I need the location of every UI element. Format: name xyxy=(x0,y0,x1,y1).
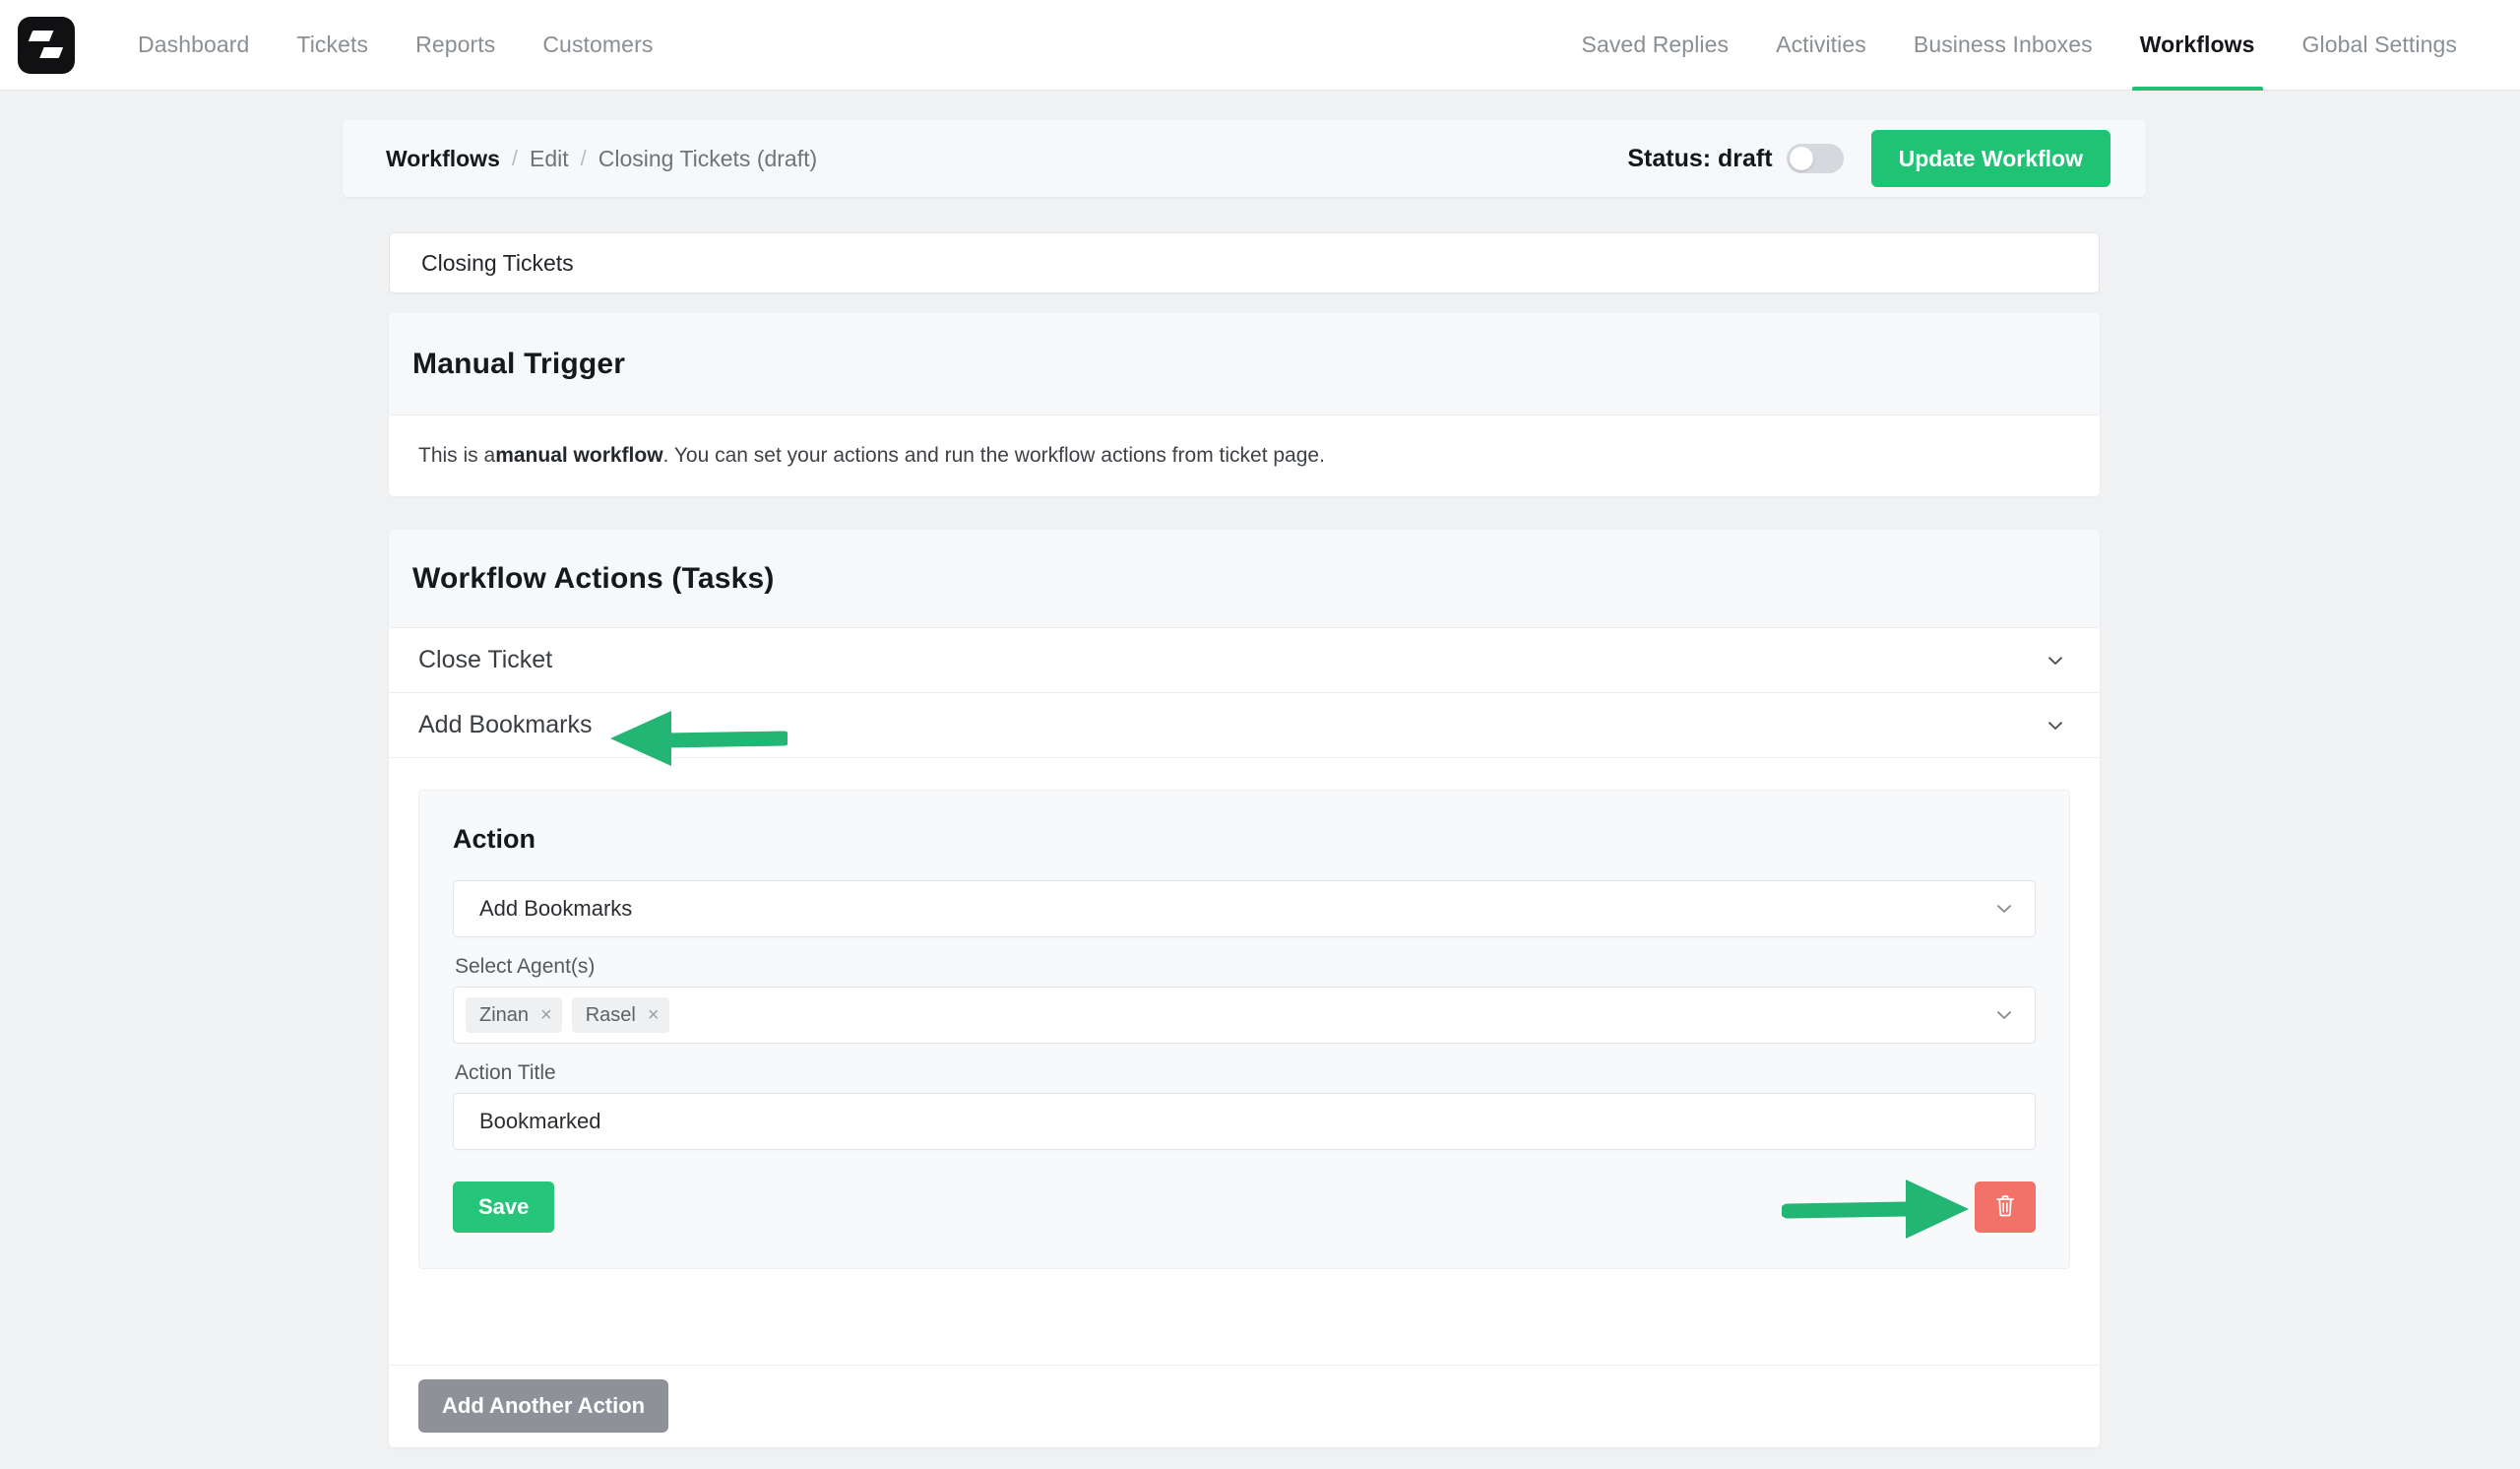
action-title-input[interactable] xyxy=(479,1109,2009,1134)
manual-trigger-description: This is a manual workflow. You can set y… xyxy=(389,415,2100,496)
accordion-label: Close Ticket xyxy=(418,646,553,673)
breadcrumb-current: Closing Tickets (draft) xyxy=(598,145,818,171)
manual-trigger-card: Manual Trigger This is a manual workflow… xyxy=(389,313,2100,496)
nav-label: Customers xyxy=(542,32,654,57)
action-edit-panel: Action Add Bookmarks Select Agent(s) Zin… xyxy=(418,790,2070,1269)
app-page: Dashboard Tickets Reports Customers Save… xyxy=(0,0,2520,1469)
trash-icon xyxy=(1993,1193,2017,1222)
nav-label: Workflows xyxy=(2139,32,2255,57)
action-panel-title: Action xyxy=(453,824,536,854)
breadcrumb-separator: / xyxy=(511,146,518,170)
agent-tag-label: Rasel xyxy=(585,1003,636,1026)
nav-item-saved-replies[interactable]: Saved Replies xyxy=(1558,0,1753,91)
nav-label: Saved Replies xyxy=(1581,32,1730,57)
nav-item-reports[interactable]: Reports xyxy=(392,0,519,91)
nav-item-tickets[interactable]: Tickets xyxy=(273,0,392,91)
nav-item-global-settings[interactable]: Global Settings xyxy=(2279,0,2481,91)
action-title-field[interactable] xyxy=(453,1093,2036,1150)
status-label: Status: draft xyxy=(1627,144,1773,172)
breadcrumb-separator: / xyxy=(580,146,587,170)
nav-item-activities[interactable]: Activities xyxy=(1752,0,1890,91)
breadcrumb-workflows[interactable]: Workflows xyxy=(386,146,500,172)
status-controls: Status: draft Update Workflow xyxy=(1627,130,2110,187)
select-agents-label: Select Agent(s) xyxy=(455,955,596,978)
agent-tag-label: Zinan xyxy=(479,1003,530,1026)
action-title-label: Action Title xyxy=(455,1061,556,1084)
manual-trigger-title: Manual Trigger xyxy=(412,347,626,380)
breadcrumb: Workflows / Edit / Closing Tickets (draf… xyxy=(386,146,817,172)
nav-item-workflows[interactable]: Workflows xyxy=(2116,0,2279,91)
nav-item-dashboard[interactable]: Dashboard xyxy=(114,0,273,91)
chevron-down-icon[interactable] xyxy=(2045,715,2066,736)
manual-trigger-header: Manual Trigger xyxy=(389,313,2100,415)
workflow-title-input[interactable] xyxy=(390,249,2099,277)
update-workflow-button[interactable]: Update Workflow xyxy=(1870,130,2110,187)
remove-agent-icon[interactable]: × xyxy=(648,1005,660,1025)
nav-label: Reports xyxy=(415,32,496,57)
accordion-close-ticket[interactable]: Close Ticket xyxy=(389,628,2100,693)
action-panel-buttons: Save xyxy=(453,1182,2036,1233)
fluent-support-logo-icon[interactable] xyxy=(18,16,75,74)
workflow-title-card xyxy=(389,232,2100,293)
workflow-actions-card: Workflow Actions (Tasks) Close Ticket Ad… xyxy=(389,530,2100,1447)
accordion-label: Add Bookmarks xyxy=(418,711,593,738)
accordion-add-bookmarks[interactable]: Add Bookmarks xyxy=(389,693,2100,758)
status-toggle[interactable] xyxy=(1786,144,1844,173)
save-button[interactable]: Save xyxy=(453,1182,555,1233)
nav-label: Dashboard xyxy=(138,32,250,57)
top-navigation-bar: Dashboard Tickets Reports Customers Save… xyxy=(0,0,2520,91)
breadcrumb-bar: Workflows / Edit / Closing Tickets (draf… xyxy=(343,120,2146,197)
remove-agent-icon[interactable]: × xyxy=(540,1005,552,1025)
trigger-text-after: . You can set your actions and run the w… xyxy=(662,444,1325,467)
add-another-action-button[interactable]: Add Another Action xyxy=(418,1379,669,1433)
nav-item-customers[interactable]: Customers xyxy=(519,0,676,91)
chevron-down-icon[interactable] xyxy=(1993,898,2015,920)
nav-item-business-inboxes[interactable]: Business Inboxes xyxy=(1890,0,2116,91)
actions-card-footer: Add Another Action xyxy=(389,1365,2100,1447)
chevron-down-icon[interactable] xyxy=(2045,650,2066,671)
chevron-down-icon[interactable] xyxy=(1993,1004,2015,1026)
delete-action-button[interactable] xyxy=(1975,1182,2036,1233)
action-type-select[interactable]: Add Bookmarks xyxy=(453,880,2036,937)
agent-tag-zinan[interactable]: Zinan × xyxy=(466,997,562,1033)
breadcrumb-edit[interactable]: Edit xyxy=(530,146,569,172)
trigger-text-bold: manual workflow xyxy=(495,444,663,467)
select-agents-input[interactable]: Zinan × Rasel × xyxy=(453,987,2036,1044)
trigger-text-before: This is a xyxy=(418,444,496,467)
nav-label: Business Inboxes xyxy=(1913,32,2093,57)
nav-label: Activities xyxy=(1776,32,1866,57)
primary-nav: Dashboard Tickets Reports Customers xyxy=(114,0,676,91)
action-type-value: Add Bookmarks xyxy=(479,896,633,921)
secondary-nav: Saved Replies Activities Business Inboxe… xyxy=(1558,0,2482,91)
agent-tag-rasel[interactable]: Rasel × xyxy=(571,997,669,1033)
workflow-actions-header: Workflow Actions (Tasks) xyxy=(389,530,2100,628)
toggle-knob xyxy=(1789,147,1813,170)
nav-label: Global Settings xyxy=(2301,32,2457,57)
workflow-actions-title: Workflow Actions (Tasks) xyxy=(412,561,775,595)
nav-label: Tickets xyxy=(296,32,369,57)
